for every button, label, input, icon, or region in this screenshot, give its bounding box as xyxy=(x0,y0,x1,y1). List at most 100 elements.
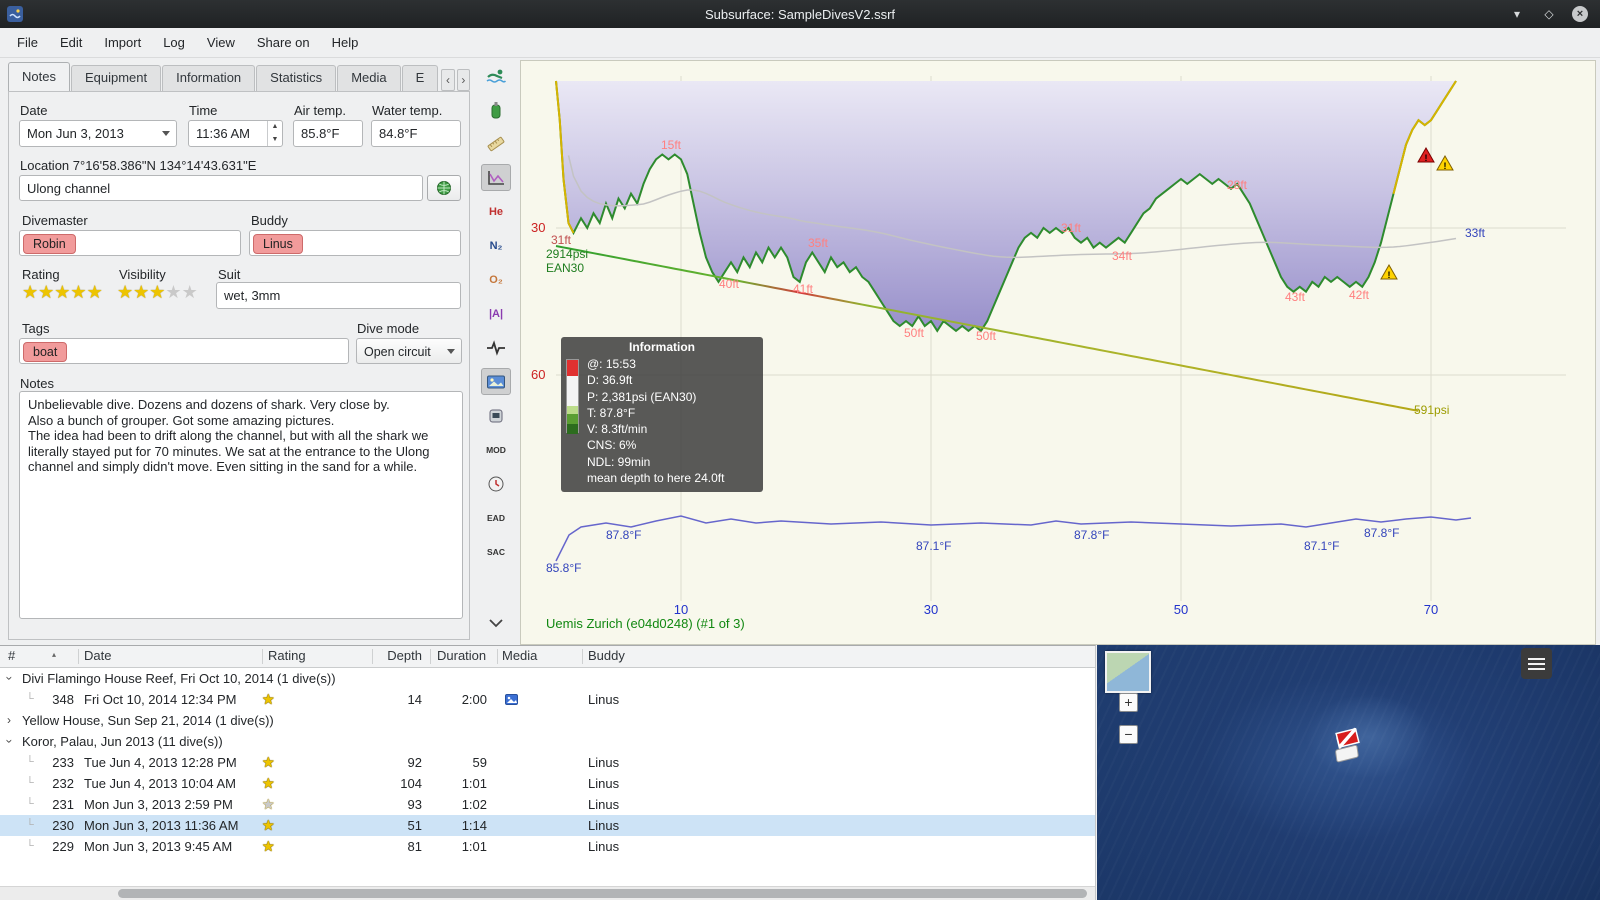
menu-share-on[interactable]: Share on xyxy=(246,30,321,55)
trip-row[interactable]: › Koror, Palau, Jun 2013 (11 dive(s)) xyxy=(0,731,1095,752)
tank-bar-icon[interactable] xyxy=(481,96,511,123)
tab-media[interactable]: Media xyxy=(337,65,401,91)
tab-statistics[interactable]: Statistics xyxy=(256,65,337,91)
date-label: Date xyxy=(20,103,48,118)
dive-number: 232 xyxy=(52,776,74,791)
menu-import[interactable]: Import xyxy=(93,30,152,55)
dive-row[interactable]: └ 348 Fri Oct 10, 2014 12:34 PM ★ ★ ★ ★ ★ 14 2:00… xyxy=(0,689,1095,710)
zoom-in-button[interactable]: + xyxy=(1119,693,1138,712)
trip-row[interactable]: › Divi Flamingo House Reef, Fri Oct 10, 2… xyxy=(0,668,1095,689)
zoom-out-button[interactable]: − xyxy=(1119,725,1138,744)
dive-row[interactable]: └ 233 Tue Jun 4, 2013 12:28 PM ★ ★ ★ ★ ★ 92 59 Lin… xyxy=(0,752,1095,773)
svg-text:50: 50 xyxy=(1174,602,1188,617)
tab-notes[interactable]: Notes xyxy=(8,62,70,91)
date-select[interactable]: Mon Jun 3, 2013 xyxy=(19,120,177,147)
horizontal-scrollbar[interactable] xyxy=(0,886,1095,900)
dive-map[interactable]: + − xyxy=(1097,645,1600,900)
dive-duration: 1:01 xyxy=(461,776,487,791)
water-temp-field[interactable] xyxy=(371,120,461,147)
tab-e[interactable]: E xyxy=(401,65,439,91)
tab-scroll-right[interactable]: › xyxy=(456,69,470,91)
dive-row[interactable]: └ 230 Mon Jun 3, 2013 11:36 AM ★ ★ ★ ★ ★ 51 1:14 L… xyxy=(0,815,1095,836)
divemaster-field[interactable]: Robin xyxy=(19,230,241,256)
column-header-num[interactable]: # xyxy=(8,648,15,663)
menu-view[interactable]: View xyxy=(196,30,246,55)
tree-connector: └ xyxy=(26,798,34,810)
tab-scroll-left[interactable]: ‹ xyxy=(441,69,455,91)
menu-edit[interactable]: Edit xyxy=(49,30,93,55)
minimize-button[interactable]: ▾ xyxy=(1508,5,1526,23)
ead-icon[interactable]: EAD xyxy=(481,504,511,531)
time-spin-buttons[interactable]: ▲ ▼ xyxy=(267,121,282,146)
overview-minimap[interactable] xyxy=(1105,651,1151,693)
dive-duration: 59 xyxy=(472,755,487,770)
location-field[interactable] xyxy=(19,175,423,201)
column-header-depth[interactable]: Depth xyxy=(376,648,422,663)
suit-label: Suit xyxy=(218,267,241,282)
globe-button[interactable] xyxy=(427,175,461,201)
tab-equipment[interactable]: Equipment xyxy=(70,65,162,91)
collapse-icon[interactable]: › xyxy=(0,676,20,680)
visibility-label: Visibility xyxy=(119,267,166,282)
dc-reported-ceiling-icon[interactable] xyxy=(481,402,511,429)
n2-graph-icon[interactable]: N₂ xyxy=(481,232,511,259)
suit-field[interactable] xyxy=(216,282,461,309)
svg-text:50ft: 50ft xyxy=(904,326,925,340)
air-toggle-icon[interactable]: |A| xyxy=(481,300,511,327)
svg-text:41ft: 41ft xyxy=(793,282,814,296)
mod-icon[interactable]: MOD xyxy=(481,436,511,463)
notes-tab-form: Date Mon Jun 3, 2013 Time 11:36 AM ▲ ▼ Ai… xyxy=(8,91,470,640)
close-button[interactable]: × xyxy=(1572,6,1588,22)
svg-text:34ft: 34ft xyxy=(1112,249,1133,263)
photos-icon[interactable] xyxy=(481,368,511,395)
tree-connector: └ xyxy=(26,840,34,852)
rating-stars[interactable]: ★ ★ ★ ★ ★ xyxy=(22,282,103,303)
time-spinner[interactable]: 11:36 AM ▲ ▼ xyxy=(188,120,283,147)
dive-list-rows: › Divi Flamingo House Reef, Fri Oct 10, 2… xyxy=(0,668,1095,857)
ruler-icon[interactable] xyxy=(481,130,511,157)
dive-row[interactable]: └ 229 Mon Jun 3, 2013 9:45 AM ★ ★ ★ ★ ★ 81 1:01 Li… xyxy=(0,836,1095,857)
ndl-icon[interactable] xyxy=(481,470,511,497)
collapse-icon[interactable] xyxy=(481,609,511,636)
profile-toolbar: He N₂ O₂ |A| MOD EAD SAC xyxy=(478,62,514,640)
rating-stars[interactable]: ★ ★ ★ ★ ★ xyxy=(22,282,103,303)
sac-icon[interactable]: SAC xyxy=(481,538,511,565)
scrollbar-thumb[interactable] xyxy=(118,889,1087,898)
column-header-rating[interactable]: Rating xyxy=(268,648,306,663)
air-temp-field[interactable] xyxy=(293,120,363,147)
notes-textarea[interactable]: Unbelievable dive. Dozens and dozens of … xyxy=(19,391,463,619)
column-header-duration[interactable]: Duration xyxy=(437,648,486,663)
maximize-button[interactable]: ◇ xyxy=(1540,5,1558,23)
title-bar: Subsurface: SampleDivesV2.ssrf ▾ ◇ × xyxy=(0,0,1600,28)
menu-help[interactable]: Help xyxy=(321,30,370,55)
dive-row[interactable]: └ 231 Mon Jun 3, 2013 2:59 PM ★ ★ ★ ★ ★ 93 1:02 Li… xyxy=(0,794,1095,815)
visibility-stars[interactable]: ★ ★ ★ ★ ★ xyxy=(117,282,198,303)
menu-file[interactable]: File xyxy=(6,30,49,55)
tag-chip[interactable]: boat xyxy=(23,342,68,362)
buddy-chip[interactable]: Linus xyxy=(253,234,303,254)
tab-information[interactable]: Information xyxy=(162,65,256,91)
column-header-media[interactable]: Media xyxy=(502,648,537,663)
o2-graph-icon[interactable]: O₂ xyxy=(481,266,511,293)
dive-flag-marker[interactable] xyxy=(1325,721,1371,767)
collapse-icon[interactable]: › xyxy=(0,739,20,743)
trip-label: Divi Flamingo House Reef, Fri Oct 10, 20… xyxy=(22,671,336,686)
expand-icon[interactable]: › xyxy=(7,710,11,731)
trip-row[interactable]: › Yellow House, Sun Sep 21, 2014 (1 dive(… xyxy=(0,710,1095,731)
dive-site-icon[interactable] xyxy=(481,62,511,89)
dive-row[interactable]: └ 232 Tue Jun 4, 2013 10:04 AM ★ ★ ★ ★ ★ 104 1:01… xyxy=(0,773,1095,794)
he-graph-icon[interactable]: He xyxy=(481,198,511,225)
column-header-buddy[interactable]: Buddy xyxy=(588,648,625,663)
tags-field[interactable]: boat xyxy=(19,338,349,364)
water-temp-label: Water temp. xyxy=(372,103,443,118)
column-header-date[interactable]: Date xyxy=(84,648,111,663)
visibility-stars[interactable]: ★ ★ ★ ★ ★ xyxy=(117,282,198,303)
buddy-field[interactable]: Linus xyxy=(249,230,461,256)
heart-rate-icon[interactable] xyxy=(481,334,511,361)
media-icon[interactable] xyxy=(505,693,518,706)
scale-toggle-icon[interactable] xyxy=(481,164,511,191)
dive-mode-select[interactable]: Open circuit xyxy=(356,338,462,364)
menu-log[interactable]: Log xyxy=(152,30,196,55)
map-menu-button[interactable] xyxy=(1521,648,1552,679)
divemaster-chip[interactable]: Robin xyxy=(23,234,76,254)
